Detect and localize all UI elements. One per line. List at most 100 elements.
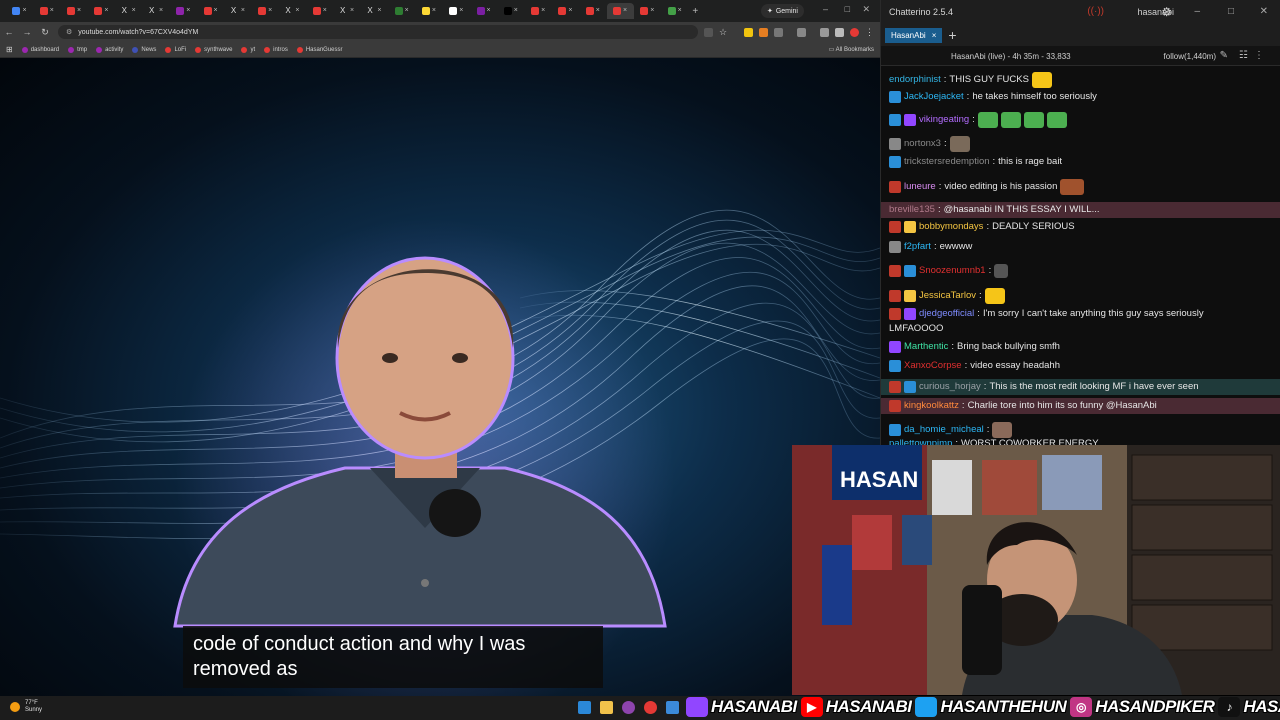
- tab-close-icon[interactable]: ×: [50, 7, 54, 15]
- user-badge-icon[interactable]: [904, 381, 916, 393]
- chat-emote-icon[interactable]: [1046, 112, 1067, 128]
- chat-message[interactable]: JackJoejacket: he takes himself too serio…: [889, 91, 1273, 103]
- browser-tab[interactable]: ×: [88, 3, 115, 19]
- browser-tab[interactable]: X ×: [279, 3, 306, 19]
- channel-menu-icon[interactable]: ⋮: [1254, 50, 1264, 61]
- chatters-icon[interactable]: ☷: [1239, 50, 1248, 61]
- chat-emote-icon[interactable]: [1000, 112, 1021, 128]
- chat-message[interactable]: endorphinist: THIS GUY FUCKS: [889, 72, 1273, 88]
- chat-username[interactable]: breville135: [889, 204, 935, 216]
- browser-tab[interactable]: X ×: [334, 3, 361, 19]
- browser-tab[interactable]: ×: [252, 3, 279, 19]
- chat-message[interactable]: nortonx3:: [889, 136, 1273, 152]
- streamer-mode-icon[interactable]: ((·)): [1087, 6, 1104, 17]
- chat-message[interactable]: curious_horjay: This is the most redit lo…: [881, 379, 1280, 395]
- chat-message[interactable]: XanxoCorpse: video essay headahh: [889, 360, 1273, 372]
- star-icon[interactable]: ☆: [719, 27, 728, 37]
- extension-icon[interactable]: [820, 27, 829, 37]
- chat-message[interactable]: Snoozenumnb1:: [889, 264, 1273, 278]
- user-badge-icon[interactable]: [889, 221, 901, 233]
- browser-tab[interactable]: ×: [33, 3, 60, 19]
- browser-tab[interactable]: ×: [661, 3, 688, 19]
- bookmark-item[interactable]: tmp: [68, 46, 87, 53]
- bookmark-item[interactable]: intros: [264, 46, 288, 53]
- settings-gear-icon[interactable]: ⚙: [1161, 5, 1172, 19]
- weather-widget[interactable]: 77°F Sunny: [10, 700, 42, 714]
- chat-username[interactable]: da_homie_micheal: [904, 424, 984, 436]
- browser-tab[interactable]: ×: [388, 3, 415, 19]
- user-badge-icon[interactable]: [889, 400, 901, 412]
- browser-tab[interactable]: ×: [6, 3, 33, 19]
- minimize-icon[interactable]: –: [823, 4, 828, 14]
- chat-message[interactable]: breville135: @hasanabi IN THIS ESSAY I WI…: [881, 202, 1280, 218]
- user-badge-icon[interactable]: [889, 265, 901, 277]
- user-badge-icon[interactable]: [904, 290, 916, 302]
- tab-close-icon[interactable]: ×: [241, 7, 245, 15]
- video-player[interactable]: code of conduct action and why I was rem…: [0, 58, 880, 696]
- user-badge-icon[interactable]: [889, 181, 901, 193]
- chat-message[interactable]: da_homie_micheal:: [889, 422, 1273, 438]
- browser-tab[interactable]: ×: [579, 3, 606, 19]
- browser-tab[interactable]: ×: [170, 3, 197, 19]
- gemini-button[interactable]: ✦ Gemini: [760, 4, 804, 18]
- edit-icon[interactable]: ✎: [1220, 50, 1228, 61]
- chat-emote-icon[interactable]: [984, 288, 1005, 304]
- chat-username[interactable]: curious_horjay: [919, 381, 981, 393]
- chatterino-icon[interactable]: [666, 701, 679, 714]
- tab-close-icon[interactable]: ×: [77, 7, 81, 15]
- chat-emote-icon[interactable]: [1031, 72, 1052, 88]
- chat-username[interactable]: nortonx3: [904, 138, 941, 150]
- bookmark-item[interactable]: News: [132, 46, 156, 53]
- chat-username[interactable]: endorphinist: [889, 74, 941, 86]
- back-icon[interactable]: ←: [0, 27, 18, 37]
- user-badge-icon[interactable]: [889, 360, 901, 372]
- chrome-icon[interactable]: [644, 701, 657, 714]
- chat-username[interactable]: Marthentic: [904, 341, 948, 353]
- user-badge-icon[interactable]: [889, 114, 901, 126]
- extension-icon[interactable]: [759, 27, 768, 37]
- tab-close-icon[interactable]: ×: [268, 7, 272, 15]
- chat-message[interactable]: Marthentic: Bring back bullying smfh: [889, 341, 1273, 353]
- tab-close-icon[interactable]: ×: [295, 7, 299, 15]
- bookmark-item[interactable]: yt: [241, 46, 255, 53]
- chat-username[interactable]: djedgeofficial: [919, 308, 974, 320]
- tab-close-icon[interactable]: ×: [487, 7, 491, 15]
- user-badge-icon[interactable]: [889, 381, 901, 393]
- browser-tab[interactable]: ×: [470, 3, 497, 19]
- bookmark-item[interactable]: LoFi: [165, 46, 186, 53]
- chat-message[interactable]: kingkoolkattz: Charlie tore into him its …: [881, 398, 1280, 414]
- chat-log[interactable]: endorphinist: THIS GUY FUCKS JackJoejacket…: [881, 66, 1280, 446]
- browser-tab[interactable]: X ×: [142, 3, 169, 19]
- tab-close-icon[interactable]: ×: [323, 7, 327, 15]
- tab-close-icon[interactable]: ×: [132, 7, 136, 15]
- minimize-icon[interactable]: –: [1194, 6, 1200, 17]
- browser-tab[interactable]: ×: [606, 3, 634, 19]
- tab-close-icon[interactable]: ×: [623, 7, 627, 15]
- user-badge-icon[interactable]: [889, 341, 901, 353]
- browser-tab[interactable]: ×: [497, 3, 524, 19]
- reload-icon[interactable]: ↻: [36, 27, 54, 38]
- user-badge-icon[interactable]: [904, 265, 916, 277]
- new-tab-icon[interactable]: +: [692, 6, 698, 17]
- follow-mode[interactable]: follow(1,440m): [1164, 52, 1216, 61]
- chat-username[interactable]: bobbymondays: [919, 221, 983, 233]
- maximize-icon[interactable]: □: [845, 4, 850, 14]
- chat-username[interactable]: kingkoolkattz: [904, 400, 959, 412]
- extension-icon[interactable]: [744, 27, 753, 37]
- site-info-icon[interactable]: ⚙: [66, 28, 72, 36]
- user-badge-icon[interactable]: [889, 156, 901, 168]
- extension-icon[interactable]: [835, 27, 844, 37]
- user-badge-icon[interactable]: [889, 424, 901, 436]
- browser-tab[interactable]: X ×: [115, 3, 142, 19]
- chat-username[interactable]: Snoozenumnb1: [919, 265, 986, 277]
- chat-emote-icon[interactable]: [1060, 179, 1085, 195]
- close-icon[interactable]: ✕: [862, 4, 870, 15]
- browser-tab[interactable]: ×: [552, 3, 579, 19]
- chat-username[interactable]: vikingeating: [919, 114, 969, 126]
- chat-username[interactable]: XanxoCorpse: [904, 360, 962, 372]
- tab-close-icon[interactable]: ×: [22, 7, 26, 15]
- bookmark-item[interactable]: synthwave: [195, 46, 232, 53]
- chat-message[interactable]: vikingeating:: [889, 112, 1273, 128]
- chat-emote-icon[interactable]: [977, 112, 998, 128]
- chat-username[interactable]: f2pfart: [904, 241, 931, 253]
